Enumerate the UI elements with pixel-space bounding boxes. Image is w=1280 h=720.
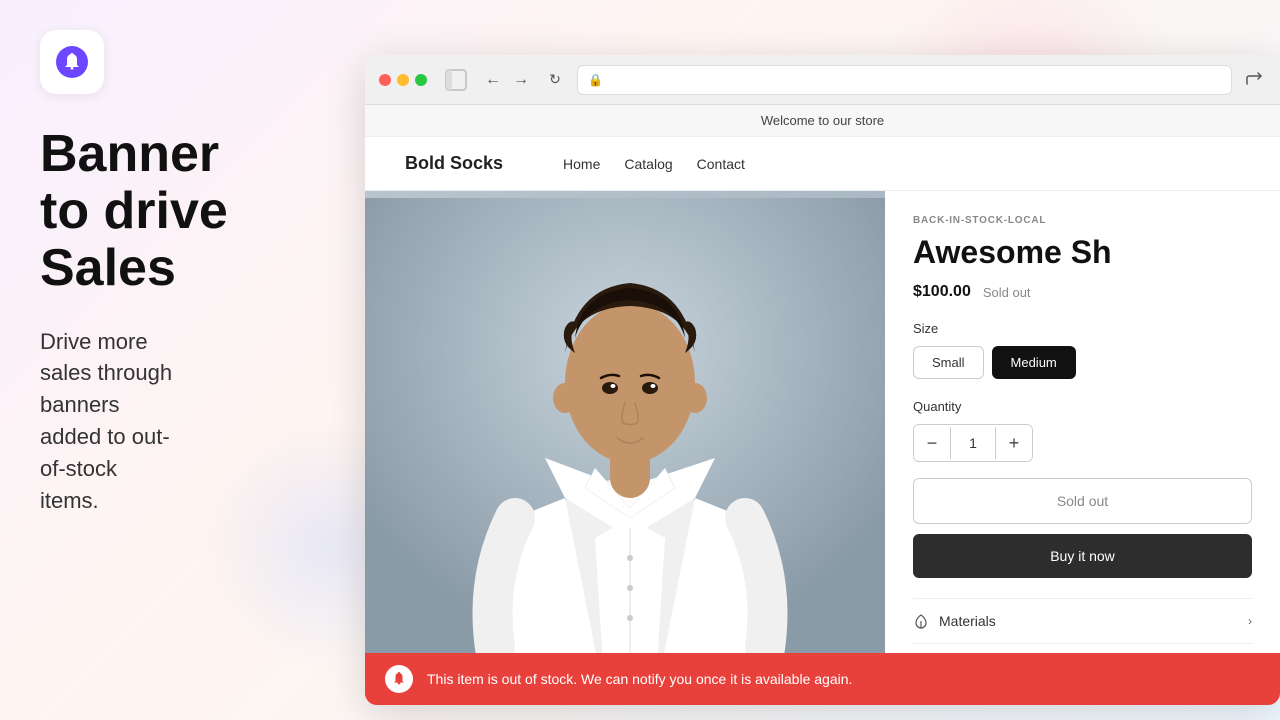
qty-value: 1 [950, 427, 996, 459]
back-button[interactable]: ← [481, 68, 505, 92]
price-row: $100.00 Sold out [913, 283, 1252, 301]
notification-bar[interactable]: This item is out of stock. We can notify… [365, 653, 1280, 705]
qty-plus-button[interactable]: + [996, 425, 1032, 461]
product-title: Awesome Sh [913, 234, 1252, 271]
traffic-light-green[interactable] [415, 74, 427, 86]
size-medium-button[interactable]: Medium [992, 346, 1076, 379]
bell-icon [56, 46, 88, 78]
banner-text: Welcome to our store [761, 113, 884, 128]
buy-now-button[interactable]: Buy it now [913, 534, 1252, 578]
refresh-button[interactable]: ↻ [543, 68, 567, 92]
traffic-lights [379, 74, 427, 86]
sidebar-toggle-icon[interactable] [445, 69, 467, 91]
store-banner: Welcome to our store [365, 105, 1280, 137]
product-image [365, 191, 885, 705]
store-content: Welcome to our store Bold Socks Home Cat… [365, 105, 1280, 705]
share-button[interactable] [1242, 68, 1266, 92]
product-tag: BACK-IN-STOCK-LOCAL [913, 215, 1252, 226]
qty-minus-button[interactable]: − [914, 425, 950, 461]
product-area: BACK-IN-STOCK-LOCAL Awesome Sh $100.00 S… [365, 191, 1280, 705]
size-small-button[interactable]: Small [913, 346, 984, 379]
quantity-control: − 1 + [913, 424, 1033, 462]
sold-out-badge: Sold out [983, 285, 1031, 300]
product-image-container [365, 191, 885, 705]
traffic-light-yellow[interactable] [397, 74, 409, 86]
accordion-chevron-icon: › [1248, 614, 1252, 628]
size-label: Size [913, 321, 1252, 336]
notification-bell-icon [385, 665, 413, 693]
subtext: Drive more sales through banners added t… [40, 326, 320, 517]
forward-button[interactable]: → [509, 68, 533, 92]
browser-window: ← → ↻ 🔒 Welcome to our store Bold Socks … [365, 55, 1280, 705]
sold-out-button: Sold out [913, 478, 1252, 524]
nav-contact[interactable]: Contact [697, 156, 745, 172]
product-details: BACK-IN-STOCK-LOCAL Awesome Sh $100.00 S… [885, 191, 1280, 705]
app-icon [40, 30, 104, 94]
lock-icon: 🔒 [588, 73, 603, 87]
nav-catalog[interactable]: Catalog [624, 156, 672, 172]
leaf-icon [913, 613, 929, 629]
store-nav: Bold Socks Home Catalog Contact [365, 137, 1280, 191]
accordion-materials-label: Materials [913, 613, 996, 629]
nav-home[interactable]: Home [563, 156, 600, 172]
accordion-materials[interactable]: Materials › [913, 598, 1252, 643]
product-image-svg [365, 191, 885, 705]
traffic-light-red[interactable] [379, 74, 391, 86]
left-panel: Banner to drive Sales Drive more sales t… [0, 0, 360, 720]
nav-arrows: ← → [481, 68, 533, 92]
browser-chrome: ← → ↻ 🔒 [365, 55, 1280, 105]
quantity-label: Quantity [913, 399, 1252, 414]
product-price: $100.00 [913, 283, 971, 301]
size-options: Small Medium [913, 346, 1252, 379]
nav-links: Home Catalog Contact [563, 156, 745, 172]
address-bar[interactable]: 🔒 [577, 65, 1232, 95]
store-logo: Bold Socks [405, 153, 503, 174]
notification-text: This item is out of stock. We can notify… [427, 671, 852, 687]
headline: Banner to drive Sales [40, 126, 320, 298]
